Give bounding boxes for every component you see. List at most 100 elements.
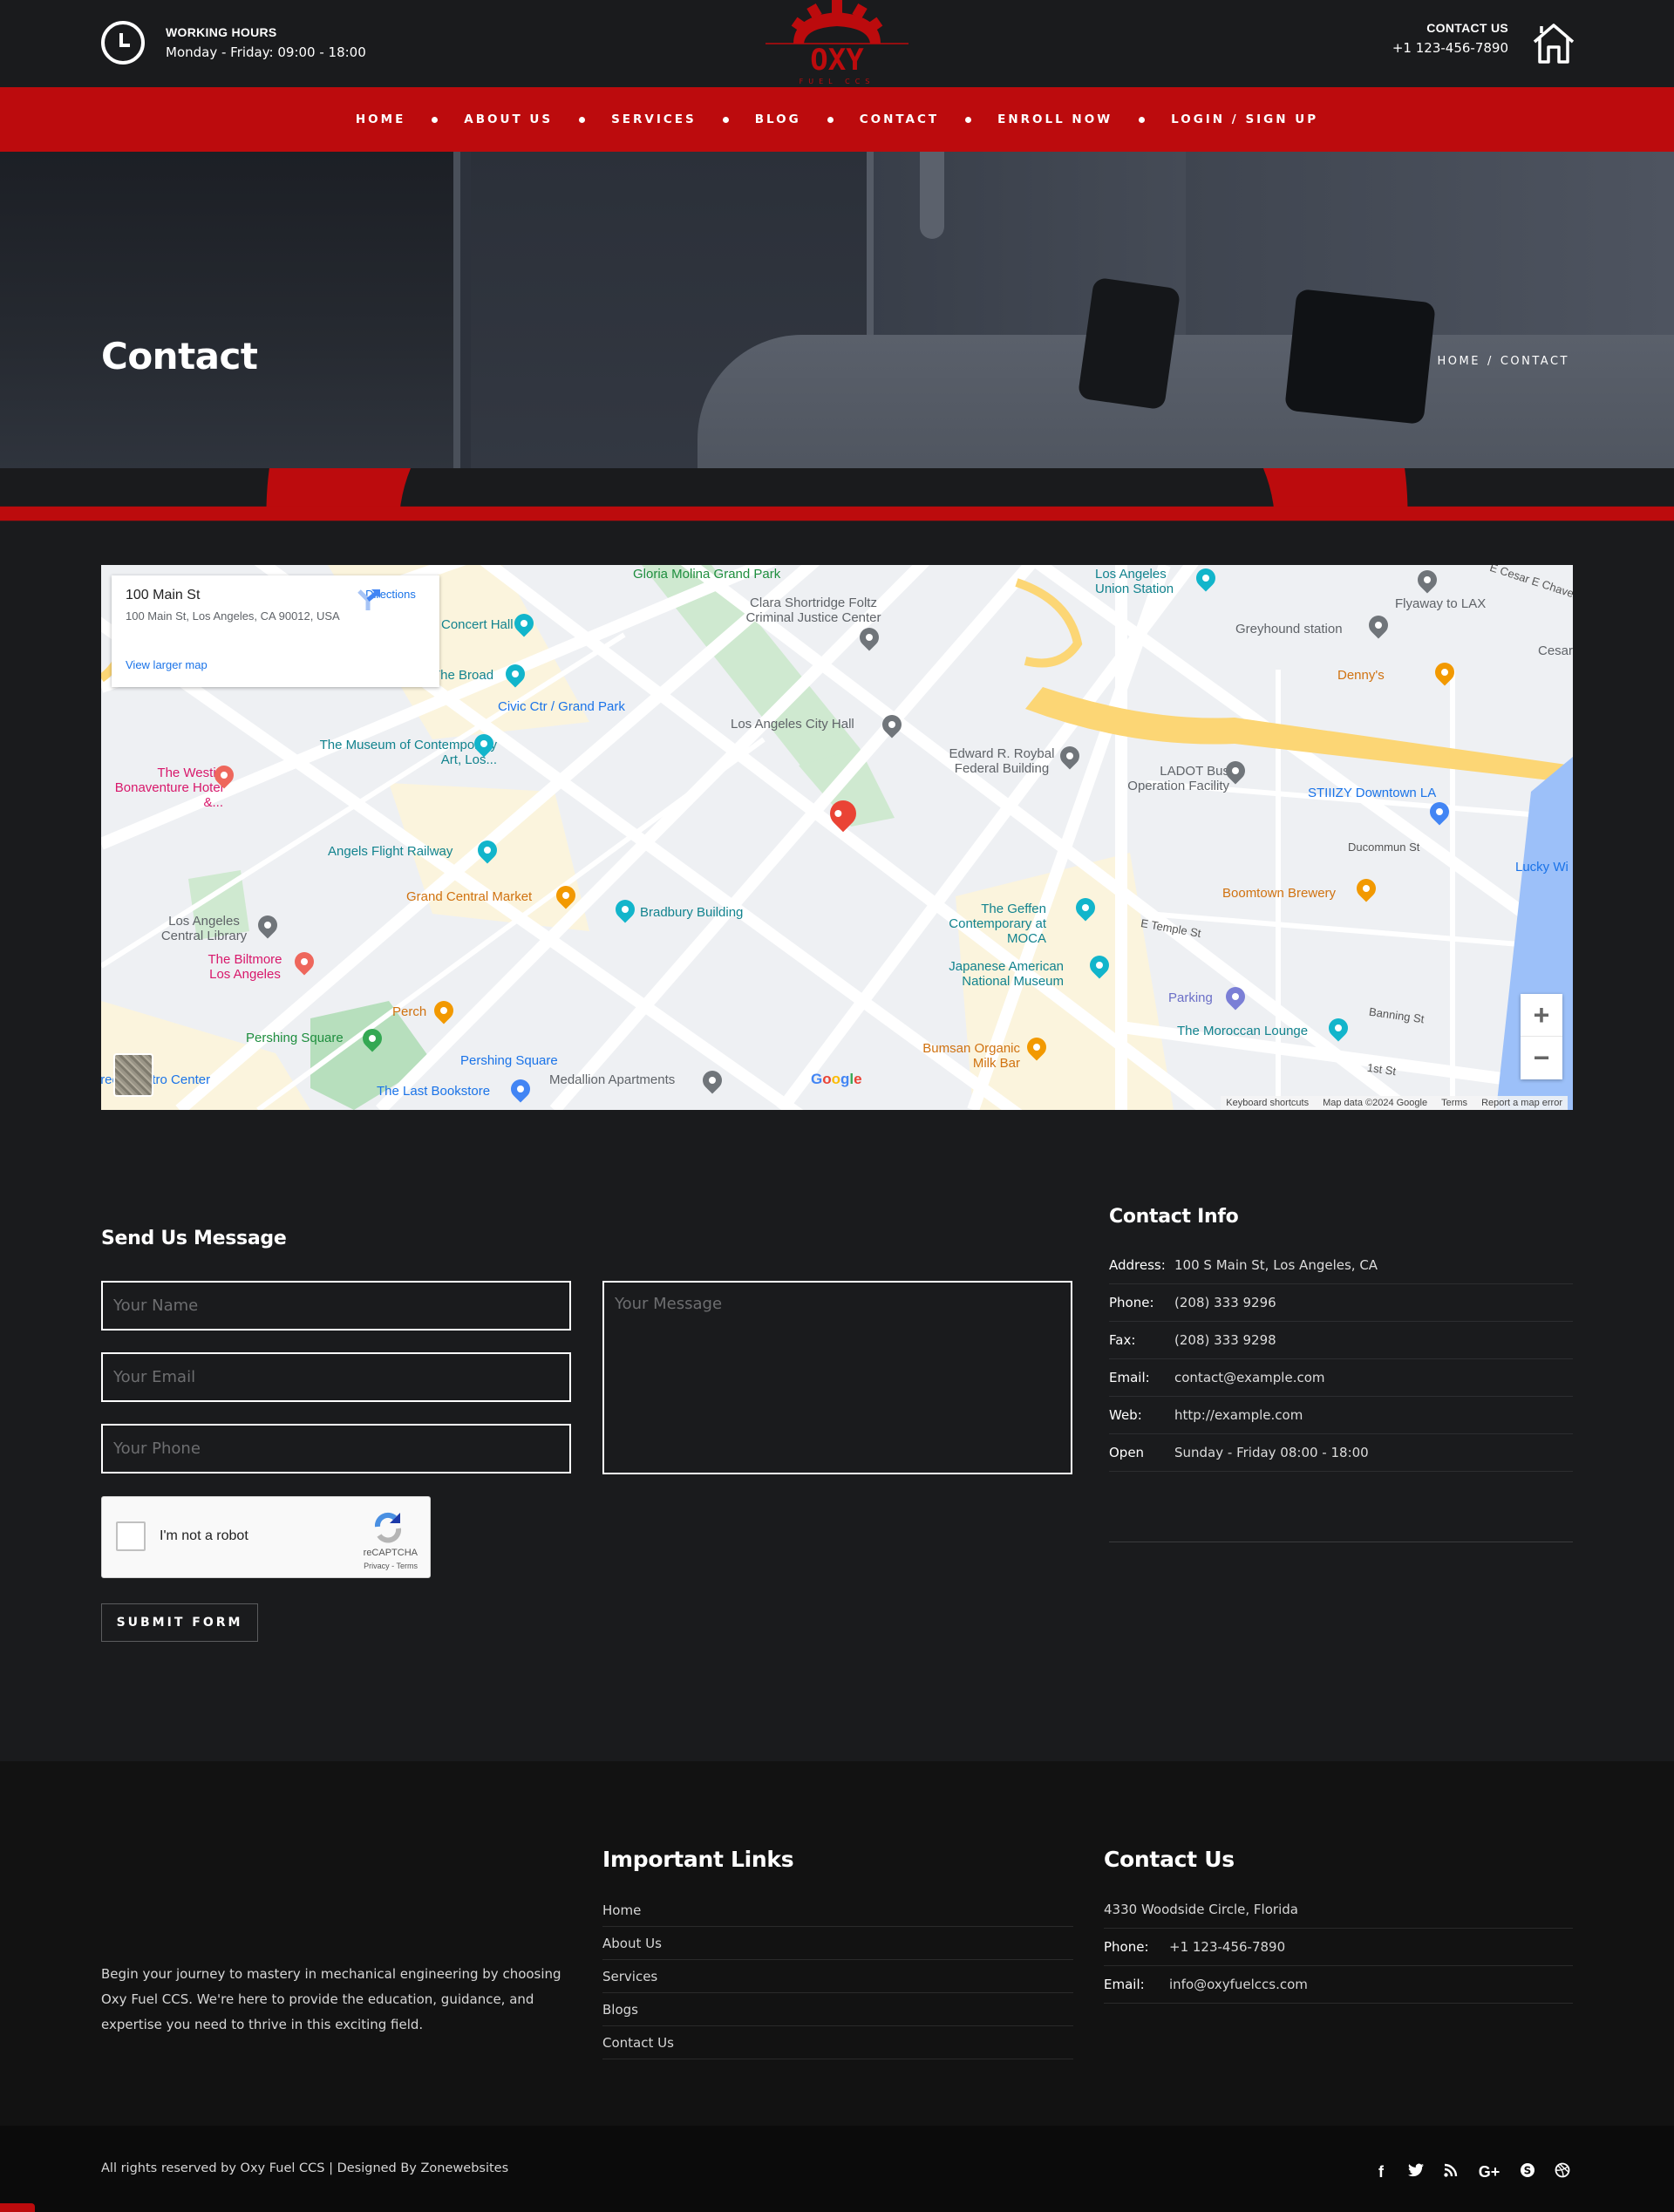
social-links: f G+ S xyxy=(1372,2162,1571,2182)
view-larger-map-link[interactable]: View larger map xyxy=(126,658,208,671)
map-poi-label[interactable]: Civic Ctr / Grand Park xyxy=(498,699,625,714)
map-poi-label[interactable]: Greyhound station xyxy=(1235,622,1343,636)
google-logo: Google xyxy=(811,1071,862,1087)
map-poi-label[interactable]: Gloria Molina Grand Park xyxy=(633,567,780,582)
dribbble-icon[interactable] xyxy=(1554,2162,1571,2182)
footer-link-services[interactable]: Services xyxy=(602,1960,1073,1993)
map-poi-label[interactable]: Angels Flight Railway xyxy=(328,844,453,859)
contact-info-value[interactable]: http://example.com xyxy=(1174,1407,1303,1423)
map-poi-label[interactable]: Flyaway to LAX xyxy=(1395,596,1486,611)
map-poi-label[interactable]: Los Angeles Union Station xyxy=(1095,567,1191,596)
map-poi-label[interactable]: Parking xyxy=(1168,990,1213,1005)
contact-info-key: Web: xyxy=(1109,1407,1142,1423)
recaptcha-privacy-terms[interactable]: Privacy - Terms xyxy=(364,1562,418,1570)
home-icon[interactable] xyxy=(1531,23,1576,65)
header-contact-title: CONTACT US xyxy=(1426,21,1508,35)
name-input[interactable] xyxy=(101,1281,571,1331)
satellite-toggle[interactable] xyxy=(113,1053,153,1097)
map-poi-label[interactable]: LADOT Bus Operation Facility xyxy=(1107,764,1229,793)
nav-contact[interactable]: CONTACT xyxy=(860,112,939,126)
nav-blog[interactable]: BLOG xyxy=(755,112,801,126)
zoom-out-button[interactable]: − xyxy=(1521,1037,1562,1079)
top-bar: WORKING HOURS Monday - Friday: 09:00 - 1… xyxy=(0,0,1674,87)
map-poi-label[interactable]: Cesar C xyxy=(1538,643,1573,658)
recaptcha-label: I'm not a robot xyxy=(160,1528,248,1543)
map-poi-label[interactable]: Grand Central Market xyxy=(406,889,532,904)
map-terms-link[interactable]: Terms xyxy=(1441,1098,1467,1108)
map-poi-label[interactable]: The Moroccan Lounge xyxy=(1177,1024,1308,1038)
map-poi-label[interactable]: The Westin Bonaventure Hotel &... xyxy=(101,766,223,810)
map-poi-label[interactable]: Los Angeles City Hall xyxy=(731,717,854,732)
footer-contact-address: 4330 Woodside Circle, Florida xyxy=(1104,1891,1573,1929)
footer-link-contact-us[interactable]: Contact Us xyxy=(602,2026,1073,2059)
nav-login-signup[interactable]: LOGIN / SIGN UP xyxy=(1171,112,1318,126)
map-poi-label[interactable]: Bradbury Building xyxy=(640,905,743,920)
zoom-in-button[interactable]: + xyxy=(1521,994,1562,1037)
nav-about-us[interactable]: ABOUT US xyxy=(464,112,553,126)
header-contact-phone[interactable]: +1 123-456-7890 xyxy=(1392,40,1508,56)
map-poi-label[interactable]: Los Angeles Central Library xyxy=(152,914,256,943)
nav-home[interactable]: HOME xyxy=(356,112,405,126)
map-poi-label[interactable]: The Last Bookstore xyxy=(377,1084,490,1099)
footer-link-about-us[interactable]: About Us xyxy=(602,1927,1073,1960)
message-textarea[interactable] xyxy=(602,1281,1072,1474)
map-poi-label[interactable]: Perch xyxy=(392,1004,426,1019)
logo-subtext: FUEL CCS xyxy=(800,78,875,85)
report-map-error-link[interactable]: Report a map error xyxy=(1481,1098,1562,1108)
map-poi-label[interactable]: The Biltmore Los Angeles xyxy=(197,952,293,982)
logo[interactable]: OXY FUEL CCS xyxy=(759,0,915,87)
map-poi-label[interactable]: Denny's xyxy=(1337,668,1385,683)
contact-info-row: Email: contact@example.com xyxy=(1109,1359,1573,1397)
main-nav: HOME ABOUT US SERVICES BLOG CONTACT ENRO… xyxy=(0,87,1674,152)
google-map[interactable]: Gloria Molina Grand Park Clara Shortridg… xyxy=(101,565,1573,1110)
facebook-icon[interactable]: f xyxy=(1372,2163,1390,2181)
map-data-label: Map data ©2024 Google xyxy=(1323,1098,1428,1108)
nav-services[interactable]: SERVICES xyxy=(611,112,697,126)
map-poi-label[interactable]: Pershing Square xyxy=(460,1053,558,1068)
contact-info-key: Fax: xyxy=(1109,1332,1136,1348)
map-poi-label[interactable]: Clara Shortridge Foltz Criminal Justice … xyxy=(731,596,896,625)
map-poi-label[interactable]: Pershing Square xyxy=(246,1031,344,1045)
keyboard-shortcuts-link[interactable]: Keyboard shortcuts xyxy=(1226,1098,1309,1108)
rss-icon[interactable] xyxy=(1442,2163,1460,2181)
header-contact: CONTACT US +1 123-456-7890 xyxy=(1392,21,1508,56)
svg-text:S: S xyxy=(1524,2165,1532,2177)
skype-icon[interactable]: S xyxy=(1519,2162,1536,2182)
map-poi-label[interactable]: STIIIZY Downtown LA xyxy=(1308,786,1436,800)
google-plus-icon[interactable]: G+ xyxy=(1477,2163,1501,2181)
directions-button[interactable]: Directions xyxy=(356,588,425,610)
map-poi-label[interactable]: Japanese American National Museum xyxy=(942,959,1064,989)
map-poi-label[interactable]: Medallion Apartments xyxy=(549,1072,675,1087)
recaptcha-checkbox[interactable] xyxy=(116,1521,146,1551)
email-input[interactable] xyxy=(101,1352,571,1402)
contact-info-value: (208) 333 9298 xyxy=(1174,1332,1276,1348)
submit-form-button[interactable]: SUBMIT FORM xyxy=(101,1603,258,1642)
footer-about-text: Begin your journey to mastery in mechani… xyxy=(101,1966,561,2032)
breadcrumb-home[interactable]: HOME xyxy=(1438,355,1480,368)
map-poi-label[interactable]: Bumsan Organic Milk Bar xyxy=(907,1041,1020,1071)
map-poi-label[interactable]: The Geffen Contemporary at MOCA xyxy=(907,902,1046,946)
footer-link-blogs[interactable]: Blogs xyxy=(602,1993,1073,2026)
breadcrumb-separator: / xyxy=(1487,355,1494,368)
footer-contact-value[interactable]: info@oxyfuelccs.com xyxy=(1169,1977,1308,1992)
nav-enroll-now[interactable]: ENROLL NOW xyxy=(997,112,1113,126)
nav-separator xyxy=(579,116,586,123)
page-hero: Contact HOME / CONTACT xyxy=(0,152,1674,468)
map-poi-label[interactable]: Edward R. Roybal Federal Building xyxy=(936,746,1067,776)
map-poi-label[interactable]: The Museum of Contemporary Art, Los... xyxy=(314,738,497,767)
footer-link-home[interactable]: Home xyxy=(602,1894,1073,1927)
footer-contact-value[interactable]: +1 123-456-7890 xyxy=(1169,1939,1285,1955)
map-poi-label[interactable]: The Broad xyxy=(432,668,493,683)
map-street-label: Ducommun St xyxy=(1348,841,1420,854)
contact-info-key: Address: xyxy=(1109,1257,1166,1273)
contact-info-value[interactable]: (208) 333 9296 xyxy=(1174,1295,1276,1310)
contact-info-key: Email: xyxy=(1109,1370,1150,1385)
scroll-to-top-button[interactable] xyxy=(0,2203,35,2212)
contact-info-value: Sunday - Friday 08:00 - 18:00 xyxy=(1174,1445,1369,1460)
twitter-icon[interactable] xyxy=(1407,2163,1425,2181)
map-poi-label[interactable]: Lucky Wi xyxy=(1515,860,1569,875)
contact-info-value[interactable]: contact@example.com xyxy=(1174,1370,1325,1385)
map-poi-label[interactable]: Boomtown Brewery xyxy=(1222,886,1336,901)
map-poi-label[interactable]: Concert Hall xyxy=(441,617,514,632)
phone-input[interactable] xyxy=(101,1424,571,1474)
